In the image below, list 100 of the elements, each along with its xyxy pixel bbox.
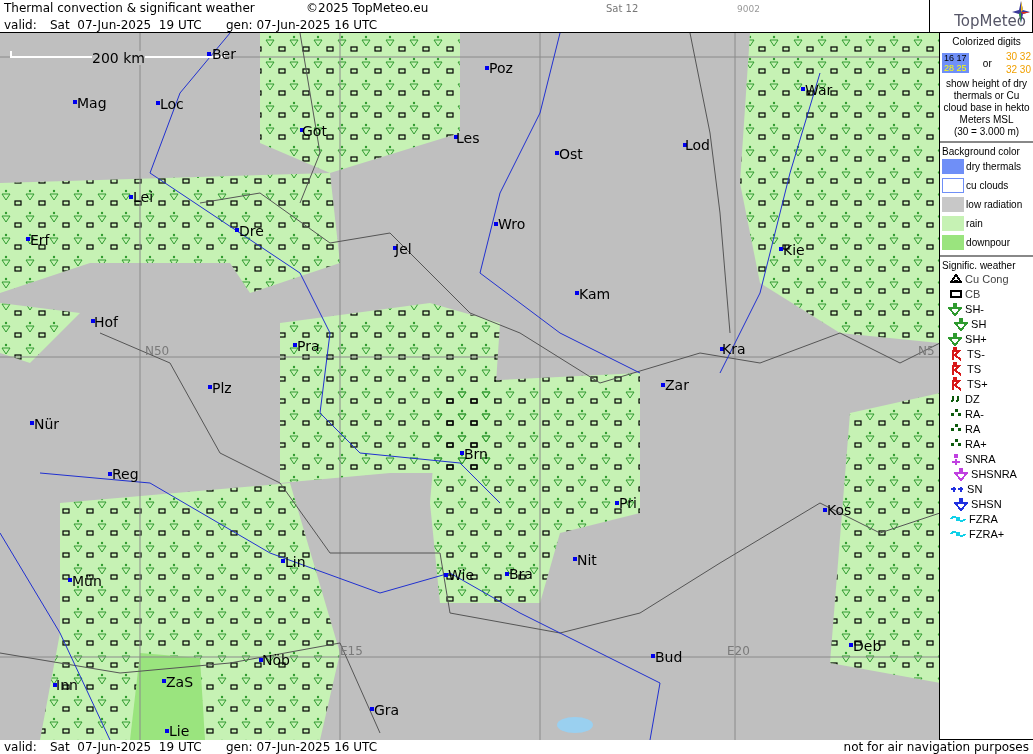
city-marker — [485, 66, 489, 70]
legend-label: CB — [965, 287, 981, 300]
legend-label: SNRA — [965, 452, 996, 465]
or-text: or — [982, 57, 992, 69]
run-label: Sat 12 — [606, 2, 640, 16]
city-marker — [651, 654, 655, 658]
generated-time: gen: 07-Jun-2025 16 UTC — [226, 740, 378, 754]
legend-label: FZRA — [969, 512, 998, 525]
city-label: Plz — [212, 380, 232, 396]
city-marker — [823, 508, 827, 512]
city-label: Poz — [489, 60, 513, 76]
city-marker — [661, 383, 665, 387]
legend-label: SH- — [965, 302, 985, 315]
city-marker — [779, 247, 783, 251]
legend-label: TS — [967, 362, 982, 375]
city-marker — [505, 572, 509, 576]
city-label: Loc — [160, 96, 184, 112]
city-marker — [259, 658, 263, 662]
city-label: ZaS — [166, 674, 194, 690]
city-label: Hof — [94, 314, 119, 330]
city-label: Kos — [827, 502, 852, 518]
legend-heading: Colorized digits — [951, 36, 1022, 48]
legend-label: Cu Cong — [965, 272, 1009, 285]
legend-label: rain — [966, 218, 983, 229]
city-marker — [575, 291, 579, 295]
scale-label: 200 km — [92, 51, 145, 65]
legend-label: FZRA+ — [969, 527, 1005, 540]
city-marker — [555, 151, 559, 155]
legend-example: (30 = 3.000 m) — [952, 126, 1021, 138]
valid-time: Sat 07-Jun-2025 19 UTC — [50, 740, 203, 754]
legend-heading: Signific. weather — [942, 260, 1017, 271]
disclaimer-text: not for air navigation purposes — [843, 740, 1029, 754]
city-label: Kie — [783, 242, 805, 258]
digits-sample-text: 30 32 32 30 — [1005, 50, 1031, 76]
city-marker — [30, 421, 34, 425]
city-label: Lei — [133, 189, 154, 205]
city-label: Ber — [212, 46, 236, 62]
legend-label: cu clouds — [966, 180, 1009, 191]
city-label: Mün — [72, 573, 102, 589]
legend-label: RA — [965, 422, 981, 435]
city-label: Dre — [239, 223, 264, 239]
city-label: Kam — [579, 286, 611, 302]
legend-label: SH+ — [965, 332, 987, 345]
city-label: Les — [456, 130, 480, 146]
city-label: Nit — [577, 552, 597, 568]
city-marker — [156, 101, 160, 105]
city-label: Brn — [464, 446, 488, 462]
valid-time: Sat 07-Jun-2025 19 UTC — [50, 17, 203, 33]
city-marker — [53, 683, 57, 687]
generated-time: gen: 07-Jun-2025 16 UTC — [226, 17, 378, 33]
legend-label: SN — [967, 482, 983, 495]
city-marker — [207, 52, 211, 56]
city-marker — [683, 143, 687, 147]
city-marker — [494, 222, 498, 226]
city-marker — [460, 451, 464, 455]
city-label: Lod — [685, 137, 710, 153]
city-marker — [208, 385, 212, 389]
city-label: Pri — [619, 495, 637, 511]
city-label: Mag — [77, 95, 107, 111]
city-marker — [370, 707, 374, 711]
grid-label: E20 — [727, 644, 750, 658]
city-marker — [162, 679, 166, 683]
valid-label: valid: — [4, 17, 38, 33]
legend-label: RA- — [965, 407, 985, 420]
copyright-text: ©2025 TopMeteo.eu — [306, 0, 430, 16]
city-marker — [91, 319, 95, 323]
city-label: Wro — [498, 216, 526, 232]
city-marker — [235, 228, 239, 232]
logo-text: TopMeteo — [954, 12, 1026, 30]
city-marker — [849, 643, 853, 647]
legend-label: dry thermals — [966, 161, 1022, 172]
city-label: Bud — [655, 649, 683, 665]
city-label: Got — [302, 123, 327, 139]
legend-label: TS+ — [967, 377, 988, 390]
city-marker — [26, 237, 30, 241]
legend-label: TS- — [967, 347, 985, 360]
city-label: Lie — [169, 723, 190, 739]
city-label: Erf — [30, 232, 50, 248]
legend-label: DZ — [965, 392, 980, 405]
city-label: Wie — [448, 567, 475, 583]
legend-label: SHSN — [971, 497, 1002, 510]
city-marker — [293, 343, 297, 347]
city-label: Inn — [56, 677, 78, 693]
city-marker — [73, 100, 77, 104]
legend-heading: Background color — [942, 146, 1021, 157]
city-label: Nür — [34, 416, 60, 432]
city-marker — [300, 128, 304, 132]
city-marker — [454, 135, 458, 139]
city-label: Reg — [112, 466, 139, 482]
city-marker — [129, 195, 133, 199]
city-marker — [615, 501, 619, 505]
city-marker — [68, 578, 72, 582]
city-marker — [281, 559, 285, 563]
city-label: Nöb — [262, 652, 290, 668]
city-label: Gra — [374, 702, 400, 718]
legend-description: show height of dry thermals or Cu cloud base in hekto Meters MSL — [942, 78, 1031, 126]
city-label: Zar — [665, 377, 689, 393]
city-label: Deb — [853, 638, 882, 654]
city-label: Pra — [297, 338, 320, 354]
city-marker — [165, 729, 169, 733]
